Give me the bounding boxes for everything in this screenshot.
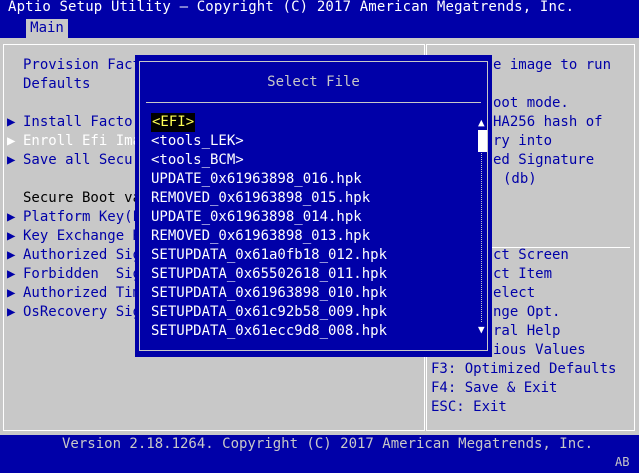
submenu-arrow-icon: ▶	[7, 114, 16, 130]
help-text-line: ed Signature	[493, 152, 595, 168]
submenu-arrow-icon: ▶	[7, 247, 16, 263]
submenu-arrow-icon: ▶	[7, 304, 16, 320]
key-legend-f3: F3: Optimized Defaults	[431, 361, 617, 377]
key-legend-previous-values: ious Values	[493, 342, 586, 358]
key-legend-f4: F4: Save & Exit	[431, 380, 558, 396]
authorized-timestamps-item[interactable]: Authorized Tim	[23, 284, 141, 303]
file-item[interactable]: <tools_LEK>	[151, 132, 244, 151]
file-item[interactable]: UPDATE_0x61963898_016.hpk	[151, 170, 362, 189]
key-legend-select-item: ct Item	[493, 266, 553, 282]
scrollbar-thumb[interactable]	[478, 130, 487, 152]
submenu-arrow-icon: ▶	[7, 266, 16, 282]
file-item[interactable]: SETUPDATA_0x61963898_010.hpk	[151, 284, 387, 303]
provision-factory-defaults-label[interactable]: Provision Fact	[23, 56, 141, 75]
key-legend-general-help: ral Help	[493, 323, 561, 339]
file-item[interactable]: SETUPDATA_0x61c92b58_009.hpk	[151, 303, 387, 322]
help-text-line: ry into	[493, 133, 553, 149]
file-item[interactable]: SETUPDATA_0x65502618_011.hpk	[151, 265, 387, 284]
file-item[interactable]: <tools_BCM>	[151, 151, 244, 170]
save-all-secure-boot-item[interactable]: Save all Secur	[23, 151, 141, 170]
help-text-line: oot mode.	[493, 95, 569, 111]
file-item[interactable]: REMOVED_0x61963898_015.hpk	[151, 189, 370, 208]
key-legend-select-screen: ct Screen	[493, 247, 569, 263]
provision-factory-defaults-label-2[interactable]: Defaults	[23, 75, 90, 94]
submenu-arrow-icon: ▶	[7, 228, 16, 244]
help-text-line: (db)	[503, 171, 537, 187]
key-exchange-keys-item[interactable]: Key Exchange K	[23, 227, 141, 246]
install-factory-keys-item[interactable]: Install Factor	[23, 113, 141, 132]
app-title: Aptio Setup Utility – Copyright (C) 2017…	[8, 0, 575, 15]
forbidden-signatures-item[interactable]: Forbidden Sig	[23, 265, 141, 284]
submenu-arrow-icon: ▶	[7, 133, 16, 149]
secure-boot-variables-heading: Secure Boot va	[23, 190, 142, 206]
key-legend-esc: ESC: Exit	[431, 399, 507, 415]
file-item[interactable]: SETUPDATA_0x61ecc9d8_008.hpk	[151, 322, 387, 341]
dialog-title: Select File	[267, 74, 360, 90]
scrollbar-track[interactable]	[481, 130, 488, 322]
submenu-arrow-icon: ▶	[7, 152, 16, 168]
dialog-separator	[146, 102, 481, 103]
scroll-up-icon[interactable]: ▲	[478, 116, 485, 129]
version-text: Version 2.18.1264. Copyright (C) 2017 Am…	[62, 436, 594, 452]
file-item[interactable]: REMOVED_0x61963898_013.hpk	[151, 227, 370, 246]
platform-key-item[interactable]: Platform Key(P	[23, 208, 141, 227]
authorized-signatures-item[interactable]: Authorized Sig	[23, 246, 141, 265]
tab-main[interactable]: Main	[26, 19, 68, 38]
submenu-arrow-icon: ▶	[7, 209, 16, 225]
help-text-line: HA256 hash of	[493, 114, 603, 130]
file-item[interactable]: UPDATE_0x61963898_014.hpk	[151, 208, 362, 227]
key-legend-select: elect	[493, 285, 536, 301]
key-legend-change-opt: nge Opt.	[493, 304, 561, 320]
scroll-down-icon[interactable]: ▼	[478, 323, 485, 336]
file-item[interactable]: SETUPDATA_0x61a0fb18_012.hpk	[151, 246, 387, 265]
file-item-efi[interactable]: <EFI>	[151, 113, 196, 132]
help-text-line: e image to run	[493, 57, 612, 73]
submenu-arrow-icon: ▶	[7, 285, 16, 301]
ab-badge: AB	[615, 455, 630, 469]
title-bar: Aptio Setup Utility – Copyright (C) 2017…	[0, 0, 639, 38]
enroll-efi-image-item[interactable]: Enroll Efi Ima	[23, 132, 141, 151]
osrecovery-signatures-item[interactable]: OsRecovery Sig	[23, 303, 141, 322]
